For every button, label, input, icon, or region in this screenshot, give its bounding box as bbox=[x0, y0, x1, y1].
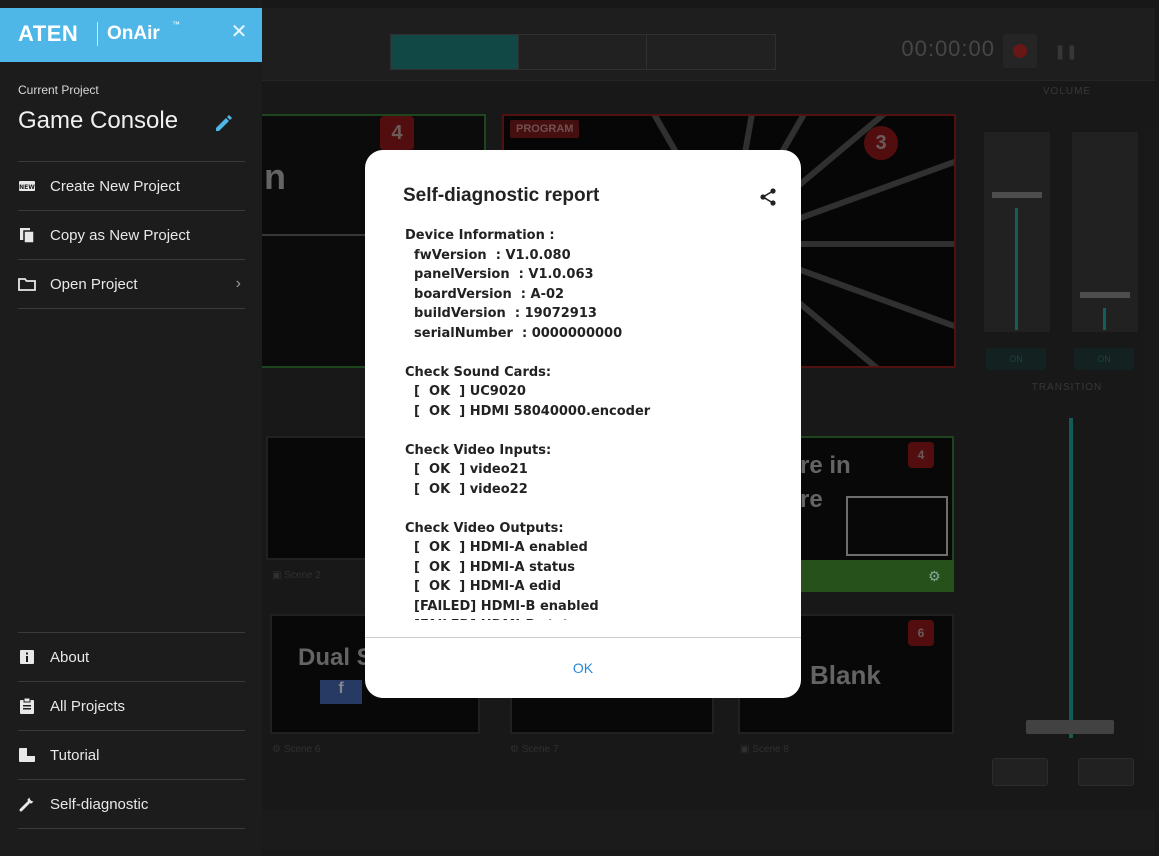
create-new-project-item[interactable]: NEW Create New Project bbox=[18, 162, 245, 210]
report-line: fwVersion : V1.0.080 bbox=[405, 247, 571, 263]
share-icon[interactable] bbox=[758, 187, 778, 207]
clipboard-icon bbox=[18, 697, 36, 715]
drawer-header: ATEN OnAir ™ ✕ bbox=[0, 8, 262, 62]
report-line: [ OK ] HDMI-A edid bbox=[405, 579, 561, 594]
self-diagnostic-dialog: Self-diagnostic report Device Informatio… bbox=[365, 150, 801, 698]
self-diagnostic-item[interactable]: Self-diagnostic bbox=[18, 780, 245, 828]
copy-icon bbox=[18, 226, 36, 244]
item-label: All Projects bbox=[50, 697, 126, 715]
close-icon[interactable]: ✕ bbox=[228, 21, 250, 43]
item-label: Create New Project bbox=[50, 177, 181, 195]
wrench-icon bbox=[18, 795, 36, 813]
divider bbox=[18, 828, 245, 829]
app-root: 00:00:00 ❚❚ n 4 PROGRAM 3 VOLUME ON ON T… bbox=[0, 0, 1159, 856]
item-label: Copy as New Project bbox=[50, 226, 191, 244]
open-project-item[interactable]: Open Project › bbox=[18, 260, 245, 308]
info-icon bbox=[18, 648, 36, 666]
report-body[interactable]: Device Information : fwVersion : V1.0.08… bbox=[405, 226, 785, 620]
report-line: serialNumber : 0000000000 bbox=[405, 325, 623, 341]
copy-as-new-project-item[interactable]: Copy as New Project bbox=[18, 211, 245, 259]
item-label: Tutorial bbox=[50, 746, 100, 764]
ok-button[interactable]: OK bbox=[365, 638, 801, 698]
side-drawer: ATEN OnAir ™ ✕ Current Project Game Cons… bbox=[0, 0, 262, 856]
report-line: panelVersion : V1.0.063 bbox=[405, 267, 594, 282]
report-line: Check Video Outputs: bbox=[405, 520, 564, 536]
report-line: [ OK ] video21 bbox=[405, 462, 528, 477]
tutorial-icon bbox=[18, 746, 36, 764]
report-line: boardVersion : A-02 bbox=[405, 286, 565, 302]
report-line: [FAILED] HDMI-B status bbox=[405, 616, 785, 620]
report-line: Device Information : bbox=[405, 228, 555, 243]
current-project-label: Current Project bbox=[18, 83, 99, 97]
report-line: Check Video Inputs: bbox=[405, 442, 552, 458]
about-item[interactable]: About bbox=[18, 633, 245, 681]
item-label: Self-diagnostic bbox=[50, 795, 149, 813]
logo-divider bbox=[97, 22, 98, 46]
report-line: Check Sound Cards: bbox=[405, 364, 552, 380]
report-gap bbox=[405, 343, 785, 363]
tutorial-item[interactable]: Tutorial bbox=[18, 731, 245, 779]
divider bbox=[18, 308, 245, 309]
report-line: buildVersion : 19072913 bbox=[405, 306, 597, 321]
current-project-name: Game Console bbox=[18, 107, 179, 134]
folder-icon bbox=[18, 275, 36, 293]
onair-logo: OnAir bbox=[107, 23, 160, 44]
svg-text:NEW: NEW bbox=[19, 184, 35, 191]
report-line: [ OK ] UC9020 bbox=[405, 384, 526, 399]
trademark-mark: ™ bbox=[172, 20, 180, 29]
report-gap bbox=[405, 499, 785, 519]
new-icon: NEW bbox=[18, 177, 36, 195]
item-label: Open Project bbox=[50, 275, 138, 293]
report-line: [ OK ] HDMI-A enabled bbox=[405, 540, 588, 555]
dialog-title: Self-diagnostic report bbox=[403, 185, 600, 206]
report-line: [ OK ] HDMI-A status bbox=[405, 559, 576, 575]
report-line: [ OK ] HDMI 58040000.encoder bbox=[405, 403, 651, 419]
item-label: About bbox=[50, 648, 90, 666]
all-projects-item[interactable]: All Projects bbox=[18, 682, 245, 730]
pencil-icon[interactable] bbox=[213, 113, 233, 133]
report-line: [FAILED] HDMI-B enabled bbox=[405, 598, 599, 614]
report-gap bbox=[405, 421, 785, 441]
aten-logo: ATEN bbox=[18, 21, 79, 46]
report-line: [ OK ] video22 bbox=[405, 481, 528, 497]
chevron-right-icon: › bbox=[235, 275, 241, 292]
